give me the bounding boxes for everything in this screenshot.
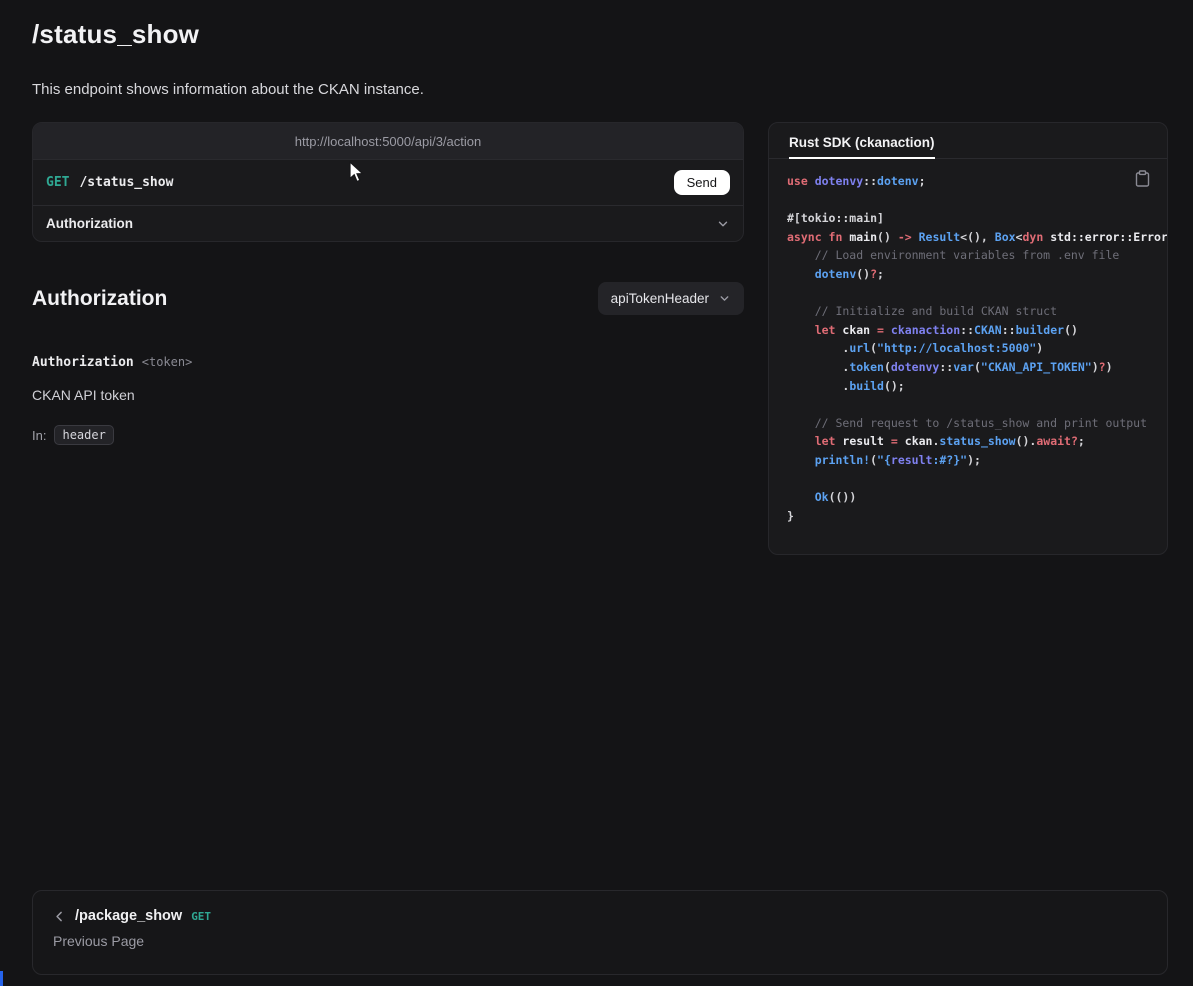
authorization-collapsible[interactable]: Authorization <box>33 205 743 241</box>
corner-accent-bar <box>0 971 3 986</box>
param-type: <token> <box>142 355 193 369</box>
base-url-text: http://localhost:5000/api/3/action <box>295 134 481 149</box>
chevron-down-icon <box>716 217 730 231</box>
base-url-bar: http://localhost:5000/api/3/action <box>33 123 743 160</box>
code-block[interactable]: use dotenvy::dotenv; #[tokio::main]async… <box>769 159 1167 525</box>
sdk-tab-bar: Rust SDK (ckanaction) <box>769 123 1167 159</box>
authorization-heading: Authorization <box>32 287 167 311</box>
chevron-down-icon <box>718 292 731 305</box>
http-method-label: GET <box>46 175 69 190</box>
previous-page-method-badge: GET <box>191 910 211 923</box>
copy-code-button[interactable] <box>1135 170 1150 190</box>
clipboard-icon <box>1135 175 1150 190</box>
page-title: /status_show <box>32 19 1168 50</box>
param-in-badge: header <box>54 425 113 445</box>
sdk-code-panel: Rust SDK (ckanaction) use dotenvy::doten… <box>768 122 1168 555</box>
previous-page-path: /package_show <box>75 908 182 924</box>
auth-scheme-selected: apiTokenHeader <box>611 291 709 306</box>
request-row: GET /status_show Send <box>33 160 743 205</box>
previous-page-card[interactable]: /package_show GET Previous Page <box>32 890 1168 975</box>
authorization-collapsible-label: Authorization <box>46 216 133 231</box>
api-playground: http://localhost:5000/api/3/action GET /… <box>32 122 744 242</box>
left-column: http://localhost:5000/api/3/action GET /… <box>32 122 744 445</box>
auth-scheme-dropdown[interactable]: apiTokenHeader <box>598 282 744 315</box>
previous-page-label: Previous Page <box>53 933 1147 949</box>
param-description: CKAN API token <box>32 387 744 403</box>
send-button[interactable]: Send <box>674 170 730 195</box>
tab-rust-sdk[interactable]: Rust SDK (ckanaction) <box>789 135 935 159</box>
page-description: This endpoint shows information about th… <box>32 81 1168 98</box>
param-in-label: In: <box>32 428 46 443</box>
chevron-left-icon <box>53 910 66 923</box>
param-name: Authorization <box>32 355 134 370</box>
endpoint-path: /status_show <box>79 175 173 190</box>
